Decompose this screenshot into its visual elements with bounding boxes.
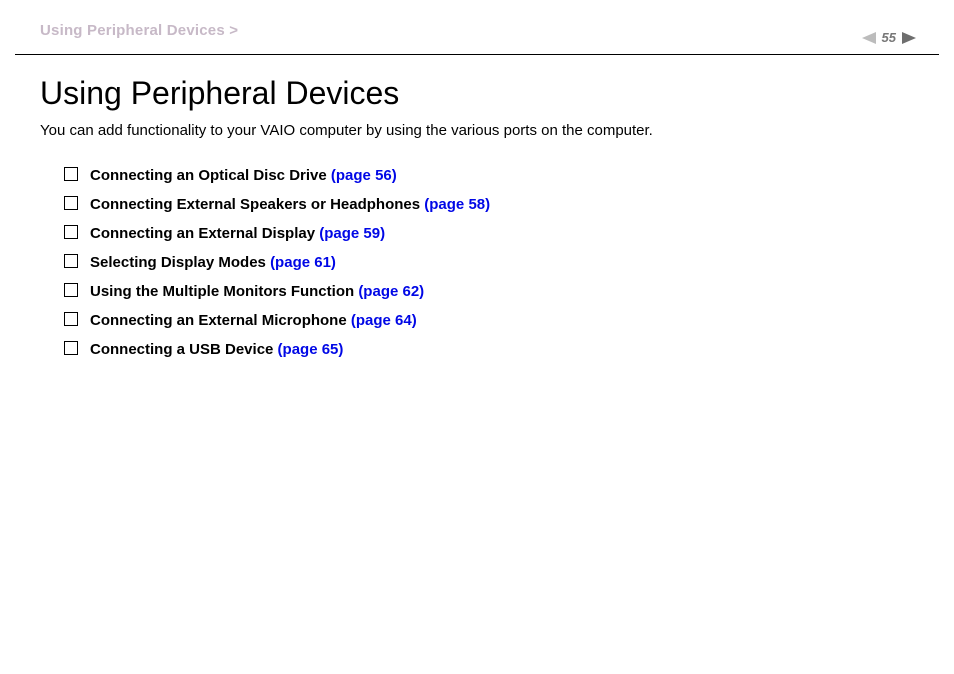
bullet-icon: [64, 196, 78, 210]
toc-page-link[interactable]: (page 56): [331, 167, 397, 184]
bullet-icon: [64, 167, 78, 181]
bullet-icon: [64, 283, 78, 297]
bullet-icon: [64, 312, 78, 326]
page-number: 55: [882, 30, 896, 45]
toc-page-link[interactable]: (page 58): [424, 196, 490, 213]
list-item: Connecting an External Display (page 59): [64, 225, 914, 242]
breadcrumb[interactable]: Using Peripheral Devices >: [40, 22, 238, 39]
toc-list: Connecting an Optical Disc Drive (page 5…: [40, 167, 914, 358]
toc-page-link[interactable]: (page 62): [358, 283, 424, 300]
toc-item-label: Using the Multiple Monitors Function: [90, 283, 358, 300]
list-item: Connecting External Speakers or Headphon…: [64, 196, 914, 213]
page-header: Using Peripheral Devices > 55: [0, 0, 954, 40]
bullet-icon: [64, 225, 78, 239]
toc-page-link[interactable]: (page 65): [278, 341, 344, 358]
content: Using Peripheral Devices You can add fun…: [0, 55, 954, 358]
pager: 55: [862, 30, 916, 45]
toc-item-label: Connecting External Speakers or Headphon…: [90, 196, 424, 213]
list-item: Connecting an External Microphone (page …: [64, 312, 914, 329]
toc-page-link[interactable]: (page 61): [270, 254, 336, 271]
toc-item-label: Connecting an External Microphone: [90, 312, 351, 329]
toc-item-label: Connecting a USB Device: [90, 341, 278, 358]
list-item: Connecting a USB Device (page 65): [64, 341, 914, 358]
intro-text: You can add functionality to your VAIO c…: [40, 122, 914, 139]
list-item: Selecting Display Modes (page 61): [64, 254, 914, 271]
toc-item-label: Selecting Display Modes: [90, 254, 270, 271]
bullet-icon: [64, 254, 78, 268]
page-title: Using Peripheral Devices: [40, 75, 914, 112]
toc-page-link[interactable]: (page 59): [319, 225, 385, 242]
toc-item-label: Connecting an Optical Disc Drive: [90, 167, 331, 184]
chevron-right-icon[interactable]: [902, 32, 916, 44]
toc-page-link[interactable]: (page 64): [351, 312, 417, 329]
toc-item-label: Connecting an External Display: [90, 225, 319, 242]
chevron-left-icon[interactable]: [862, 32, 876, 44]
bullet-icon: [64, 341, 78, 355]
list-item: Using the Multiple Monitors Function (pa…: [64, 283, 914, 300]
list-item: Connecting an Optical Disc Drive (page 5…: [64, 167, 914, 184]
